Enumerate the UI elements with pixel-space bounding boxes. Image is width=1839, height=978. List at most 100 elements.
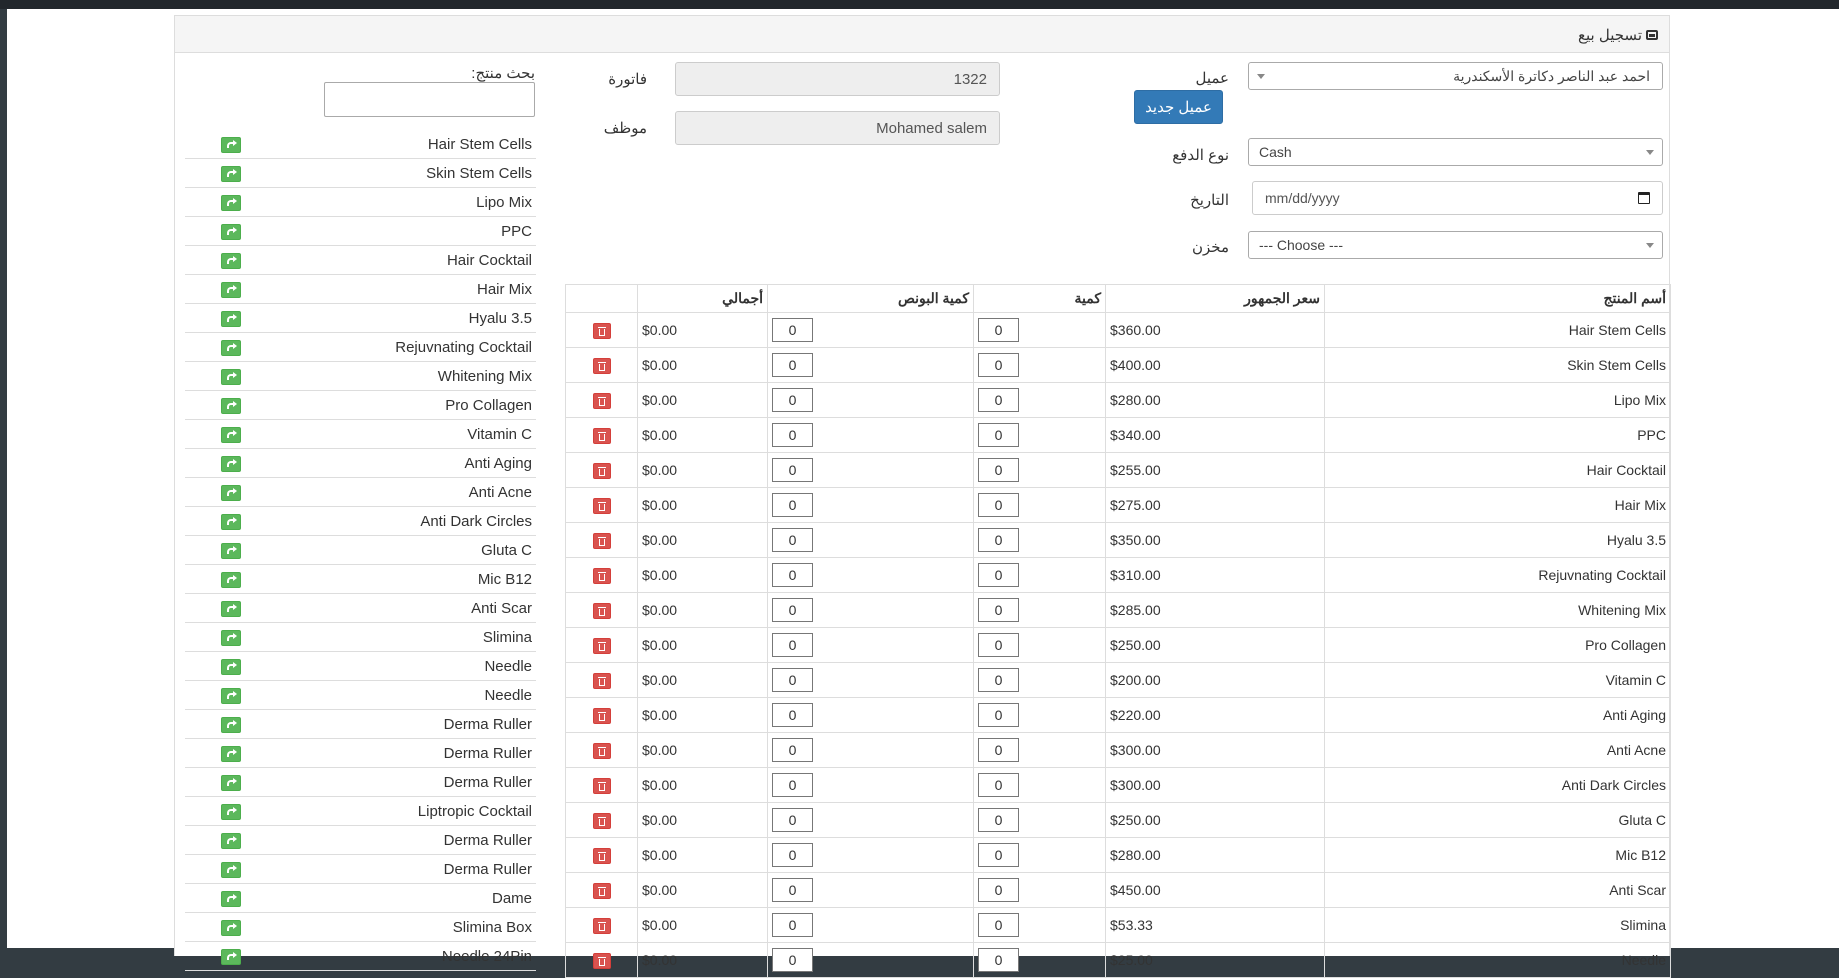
trash-icon[interactable] <box>592 427 611 444</box>
add-product-icon[interactable] <box>221 427 241 443</box>
add-product-icon[interactable] <box>221 601 241 617</box>
bonus-quantity-input[interactable]: 0 <box>772 808 813 832</box>
add-product-icon[interactable] <box>221 543 241 559</box>
add-product-icon[interactable] <box>221 659 241 675</box>
bonus-quantity-input[interactable]: 0 <box>772 353 813 377</box>
quantity-input[interactable]: 0 <box>978 528 1019 552</box>
add-product-icon[interactable] <box>221 717 241 733</box>
add-product-icon[interactable] <box>221 804 241 820</box>
trash-icon[interactable] <box>592 497 611 514</box>
trash-icon[interactable] <box>592 847 611 864</box>
chevron-down-icon <box>1646 150 1654 155</box>
bonus-quantity-input[interactable]: 0 <box>772 563 813 587</box>
bonus-quantity-input[interactable]: 0 <box>772 668 813 692</box>
trash-icon[interactable] <box>592 602 611 619</box>
bonus-quantity-input[interactable]: 0 <box>772 843 813 867</box>
bonus-quantity-input[interactable]: 0 <box>772 493 813 517</box>
trash-icon[interactable] <box>592 357 611 374</box>
quantity-input[interactable]: 0 <box>978 773 1019 797</box>
quantity-input[interactable]: 0 <box>978 878 1019 902</box>
add-product-icon[interactable] <box>221 688 241 704</box>
quantity-input[interactable]: 0 <box>978 598 1019 622</box>
bonus-quantity-input[interactable]: 0 <box>772 703 813 727</box>
calendar-icon[interactable] <box>1638 192 1650 204</box>
new-customer-button[interactable]: عميل جديد <box>1134 90 1223 124</box>
date-input[interactable]: mm/dd/yyyy <box>1252 181 1663 215</box>
add-product-icon[interactable] <box>221 195 241 211</box>
quantity-input[interactable]: 0 <box>978 353 1019 377</box>
add-product-icon[interactable] <box>221 514 241 530</box>
row-total: $0.00 <box>637 592 768 628</box>
trash-icon[interactable] <box>592 462 611 479</box>
add-product-icon[interactable] <box>221 369 241 385</box>
quantity-input[interactable]: 0 <box>978 808 1019 832</box>
quantity-input[interactable]: 0 <box>978 423 1019 447</box>
trash-icon[interactable] <box>592 707 611 724</box>
trash-icon[interactable] <box>592 882 611 899</box>
customer-select[interactable]: احمد عبد الناصر دكاترة الأسكندرية <box>1248 62 1663 90</box>
quantity-input[interactable]: 0 <box>978 458 1019 482</box>
add-product-icon[interactable] <box>221 340 241 356</box>
add-product-icon[interactable] <box>221 949 241 965</box>
row-delete-cell <box>565 487 638 523</box>
bonus-quantity-input[interactable]: 0 <box>772 773 813 797</box>
quantity-input[interactable]: 0 <box>978 563 1019 587</box>
product-search-input[interactable] <box>324 82 535 117</box>
add-product-icon[interactable] <box>221 862 241 878</box>
add-product-icon[interactable] <box>221 746 241 762</box>
trash-icon[interactable] <box>592 392 611 409</box>
add-product-icon[interactable] <box>221 456 241 472</box>
product-list-item: Anti Acne <box>185 478 536 507</box>
add-product-icon[interactable] <box>221 775 241 791</box>
quantity-input[interactable]: 0 <box>978 948 1019 972</box>
trash-icon[interactable] <box>592 322 611 339</box>
trash-icon[interactable] <box>592 567 611 584</box>
bonus-quantity-input[interactable]: 0 <box>772 318 813 342</box>
trash-icon[interactable] <box>592 637 611 654</box>
bonus-quantity-input[interactable]: 0 <box>772 913 813 937</box>
product-list-item: Gluta C <box>185 536 536 565</box>
bonus-quantity-input[interactable]: 0 <box>772 633 813 657</box>
bonus-quantity-input[interactable]: 0 <box>772 878 813 902</box>
bonus-quantity-input[interactable]: 0 <box>772 458 813 482</box>
quantity-input[interactable]: 0 <box>978 843 1019 867</box>
trash-icon[interactable] <box>592 812 611 829</box>
bonus-quantity-input[interactable]: 0 <box>772 423 813 447</box>
add-product-icon[interactable] <box>221 833 241 849</box>
trash-icon[interactable] <box>592 777 611 794</box>
trash-icon[interactable] <box>592 532 611 549</box>
bonus-quantity-input[interactable]: 0 <box>772 388 813 412</box>
add-product-icon[interactable] <box>221 891 241 907</box>
add-product-icon[interactable] <box>221 253 241 269</box>
bonus-quantity-input[interactable]: 0 <box>772 738 813 762</box>
quantity-input[interactable]: 0 <box>978 738 1019 762</box>
quantity-input[interactable]: 0 <box>978 668 1019 692</box>
bonus-quantity-input[interactable]: 0 <box>772 948 813 972</box>
add-product-icon[interactable] <box>221 398 241 414</box>
table-row: Pro Collagen $250.00 0 0 $0.00 <box>565 627 1671 663</box>
trash-icon[interactable] <box>592 672 611 689</box>
add-product-icon[interactable] <box>221 166 241 182</box>
add-product-icon[interactable] <box>221 311 241 327</box>
trash-icon[interactable] <box>592 917 611 934</box>
store-select[interactable]: --- Choose --- <box>1248 231 1663 259</box>
add-product-icon[interactable] <box>221 137 241 153</box>
payment-type-select[interactable]: Cash <box>1248 138 1663 166</box>
quantity-input[interactable]: 0 <box>978 388 1019 412</box>
add-product-icon[interactable] <box>221 920 241 936</box>
bonus-quantity-input[interactable]: 0 <box>772 598 813 622</box>
add-product-icon[interactable] <box>221 485 241 501</box>
add-product-icon[interactable] <box>221 572 241 588</box>
quantity-input[interactable]: 0 <box>978 493 1019 517</box>
trash-icon[interactable] <box>592 742 611 759</box>
quantity-input[interactable]: 0 <box>978 318 1019 342</box>
bonus-quantity-input[interactable]: 0 <box>772 528 813 552</box>
quantity-input[interactable]: 0 <box>978 913 1019 937</box>
add-product-icon[interactable] <box>221 282 241 298</box>
product-list-item-name: Lipo Mix <box>476 194 532 211</box>
quantity-input[interactable]: 0 <box>978 703 1019 727</box>
quantity-input[interactable]: 0 <box>978 633 1019 657</box>
add-product-icon[interactable] <box>221 224 241 240</box>
add-product-icon[interactable] <box>221 630 241 646</box>
trash-icon[interactable] <box>592 952 611 969</box>
